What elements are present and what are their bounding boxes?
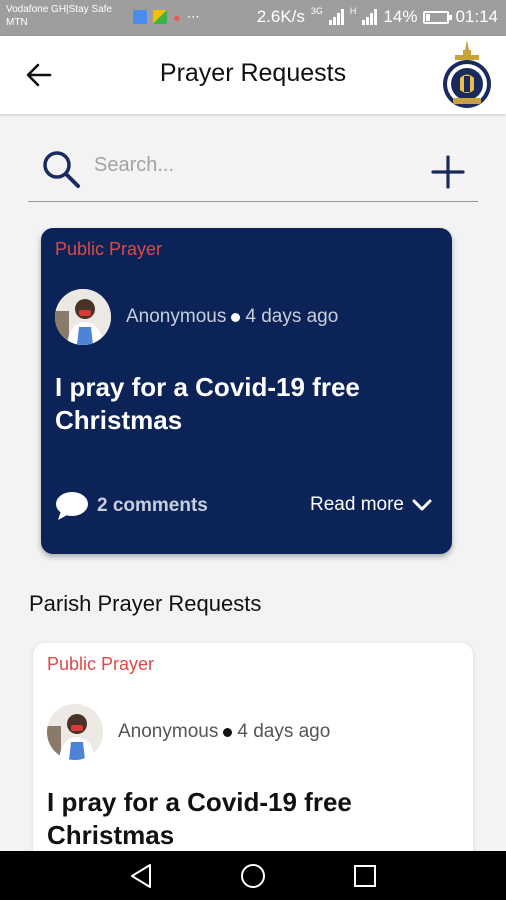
comments-count: 2 comments bbox=[97, 495, 208, 516]
battery-icon bbox=[423, 10, 453, 24]
avatar bbox=[55, 289, 111, 345]
nav-recents-icon[interactable] bbox=[350, 861, 380, 891]
read-more-button[interactable]: Read more bbox=[310, 494, 432, 516]
network-speed: 2.6K/s bbox=[256, 7, 305, 26]
parish-prayer-card[interactable]: Public Prayer Anonymous 4 days ago I pra… bbox=[33, 643, 473, 873]
prayer-title: I pray for a Covid-19 free Christmas bbox=[55, 372, 360, 435]
more-notifications-icon: ⋯ bbox=[186, 9, 200, 24]
chevron-down-icon bbox=[412, 499, 432, 511]
3g-label: 3G bbox=[310, 6, 323, 16]
nav-home-icon[interactable] bbox=[238, 861, 268, 891]
separator-dot bbox=[223, 727, 233, 737]
separator-dot bbox=[231, 312, 241, 322]
signal-icon bbox=[328, 9, 344, 25]
read-more-label: Read more bbox=[310, 494, 404, 515]
notification-icons: ● ⋯ bbox=[133, 9, 200, 25]
messenger-icon bbox=[133, 10, 147, 24]
add-prayer-button[interactable] bbox=[428, 152, 468, 192]
status-bar: Vodafone GH|Stay Safe MTN ● ⋯ 2.6K/s 3G … bbox=[0, 0, 506, 36]
page-title: Prayer Requests bbox=[159, 59, 347, 87]
gallery-icon bbox=[153, 10, 167, 24]
clock: 01:14 bbox=[455, 7, 498, 26]
featured-prayer-card[interactable]: Public Prayer Anonymous 4 days ago I pra… bbox=[41, 228, 452, 554]
nav-back-icon[interactable] bbox=[126, 861, 156, 891]
carrier-label: Vodafone GH|Stay Safe MTN bbox=[6, 4, 113, 28]
author-name: Anonymous bbox=[126, 306, 227, 327]
parish-logo bbox=[443, 40, 491, 108]
post-time: 4 days ago bbox=[237, 721, 331, 742]
prayer-title: I pray for a Covid-19 free Christmas bbox=[47, 787, 352, 850]
person-photo bbox=[55, 289, 111, 345]
battery-percent: 14% bbox=[383, 7, 418, 26]
comments-link[interactable]: 2 comments bbox=[55, 491, 208, 521]
signal-icon-2 bbox=[362, 9, 378, 25]
location-icon: ● bbox=[173, 9, 181, 25]
post-meta: Anonymous 4 days ago bbox=[126, 306, 338, 328]
app-bar: Prayer Requests bbox=[0, 36, 506, 114]
avatar bbox=[47, 704, 103, 760]
search-icon[interactable] bbox=[40, 148, 82, 190]
comment-icon bbox=[56, 492, 88, 520]
post-time: 4 days ago bbox=[245, 306, 339, 327]
system-nav-bar bbox=[0, 851, 506, 900]
prayer-tag: Public Prayer bbox=[47, 654, 155, 674]
h-label: H bbox=[349, 6, 357, 16]
person-photo bbox=[47, 704, 103, 760]
prayer-tag: Public Prayer bbox=[55, 239, 163, 259]
post-meta: Anonymous 4 days ago bbox=[118, 721, 330, 743]
search-input[interactable] bbox=[94, 152, 394, 178]
author-name: Anonymous bbox=[118, 721, 219, 742]
section-heading: Parish Prayer Requests bbox=[29, 591, 262, 616]
search-bar bbox=[28, 132, 478, 202]
